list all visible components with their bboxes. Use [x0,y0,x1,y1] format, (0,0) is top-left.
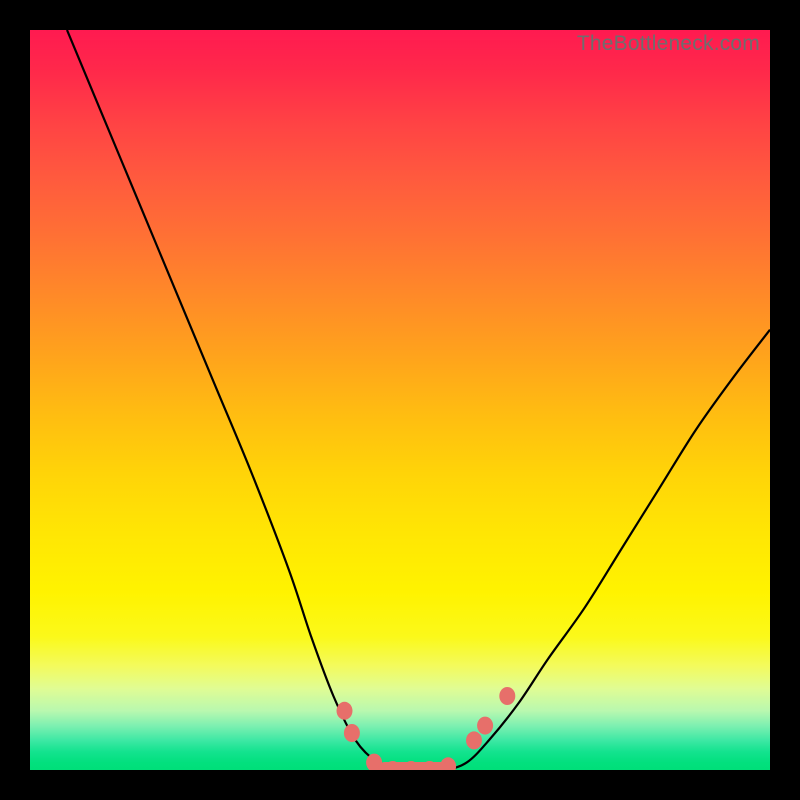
curve-marker [344,724,360,742]
bottleneck-curve [67,30,770,770]
curve-marker [477,717,493,735]
curve-marker-bottom-pill [378,762,452,770]
curve-marker [337,702,353,720]
curve-marker [466,731,482,749]
curve-svg [30,30,770,770]
chart-frame: TheBottleneck.com [0,0,800,800]
plot-area: TheBottleneck.com [30,30,770,770]
curve-marker [499,687,515,705]
marker-group [337,687,516,770]
watermark-label: TheBottleneck.com [577,32,760,56]
